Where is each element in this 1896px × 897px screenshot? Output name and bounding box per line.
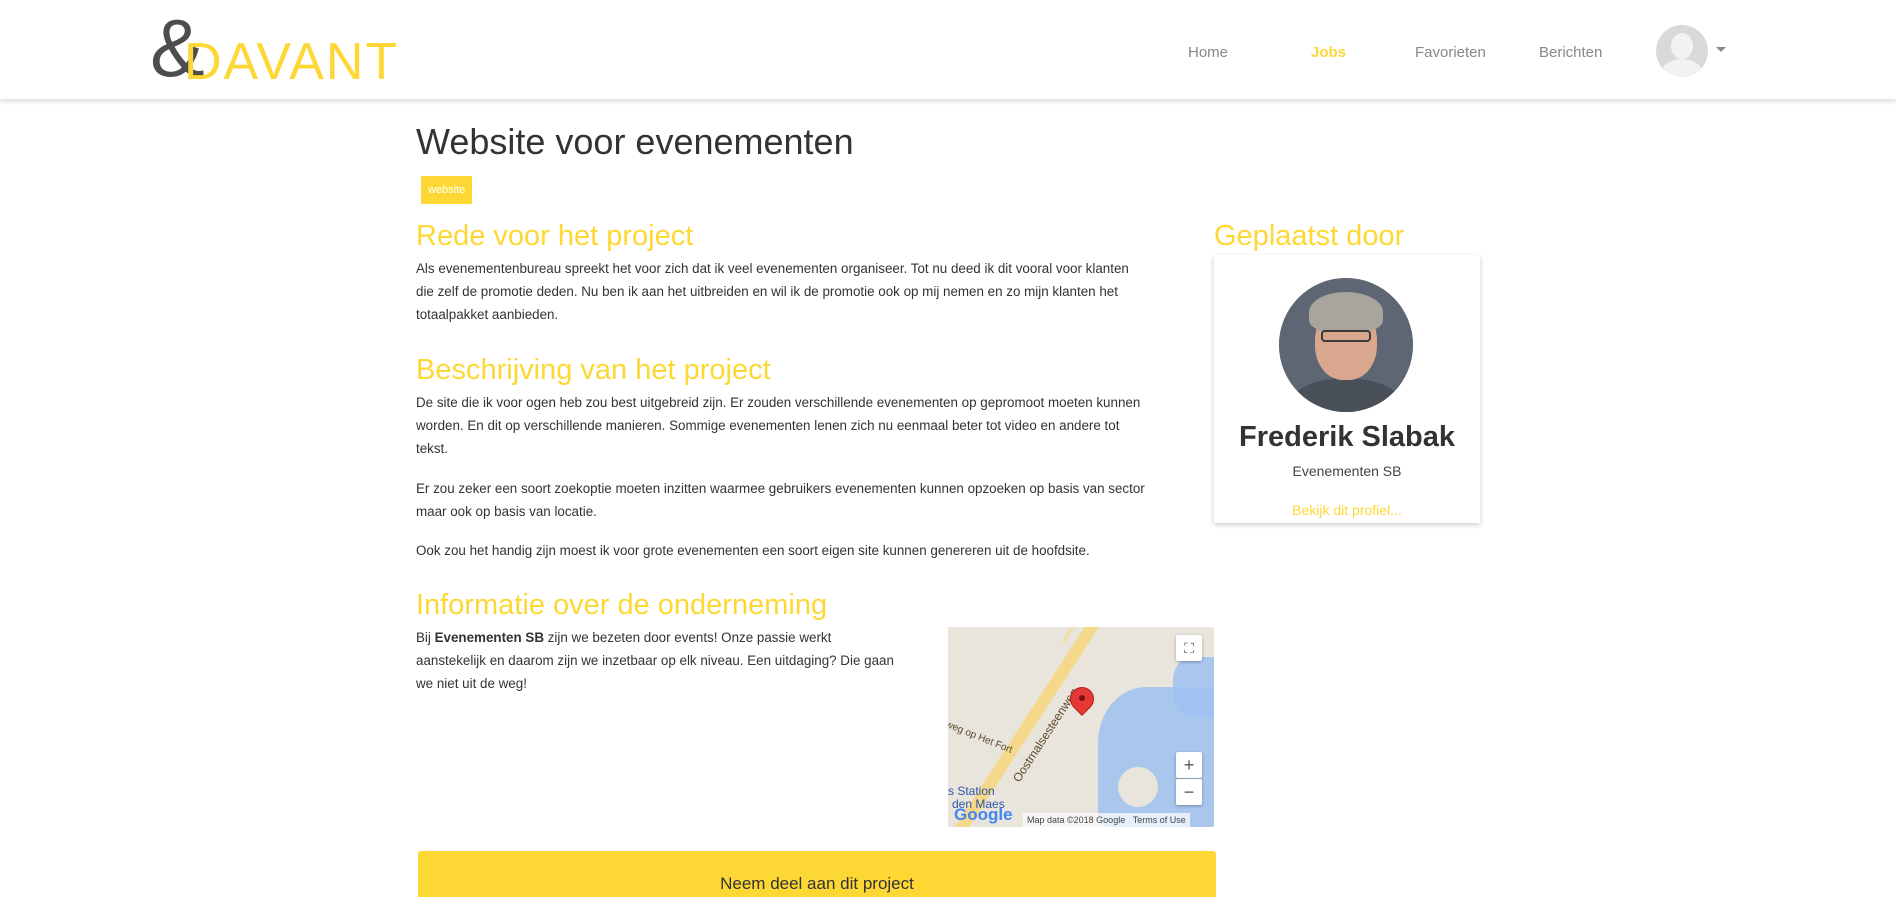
poster-photo xyxy=(1279,278,1413,412)
nav-jobs[interactable]: Jobs xyxy=(1311,44,1346,61)
chevron-down-icon xyxy=(1716,47,1726,52)
zoom-in-button[interactable]: + xyxy=(1176,752,1202,778)
description-paragraph-1: De site die ik voor ogen heb zou best ui… xyxy=(416,395,1141,456)
logo-text: DAVANT xyxy=(184,33,400,91)
fullscreen-icon[interactable]: ⛶ xyxy=(1176,635,1202,661)
section-heading-reason: Rede voor het project xyxy=(416,220,694,252)
tag-badge: website xyxy=(421,176,473,204)
poster-card: Frederik Slabak Evenementen SB Bekijk di… xyxy=(1214,255,1480,523)
nav-home[interactable]: Home xyxy=(1188,44,1228,61)
description-paragraph-3: Ook zou het handig zijn moest ik voor gr… xyxy=(416,543,1090,558)
join-project-button[interactable]: Neem deel aan dit project xyxy=(418,851,1216,897)
map-station-label: s Station xyxy=(948,784,995,798)
map-terms-link[interactable]: Terms of Use xyxy=(1133,815,1186,825)
poster-name: Frederik Slabak xyxy=(1239,421,1455,453)
map-road-label-2: weg op Het Fort xyxy=(948,719,1014,756)
top-navbar: & DAVANT Home Jobs Favorieten Berichten xyxy=(0,0,1896,100)
zoom-out-button[interactable]: − xyxy=(1176,779,1202,805)
avatar xyxy=(1656,25,1708,77)
user-menu[interactable] xyxy=(1656,25,1730,77)
section-heading-company: Informatie over de onderneming xyxy=(416,589,828,621)
nav-favorieten[interactable]: Favorieten xyxy=(1415,44,1486,61)
section-heading-poster: Geplaatst door xyxy=(1214,220,1405,252)
reason-text: Als evenementenbureau spreekt het voor z… xyxy=(416,261,1129,322)
logo[interactable]: & DAVANT xyxy=(150,8,397,90)
map-attribution: Map data ©2018 Google Terms of Use xyxy=(1023,813,1190,827)
nav-berichten[interactable]: Berichten xyxy=(1539,44,1602,61)
company-name: Evenementen SB xyxy=(434,630,545,645)
location-map[interactable]: Oostmalsesteenweg weg op Het Fort s Stat… xyxy=(948,627,1214,827)
page-title: Website voor evenementen xyxy=(416,121,854,162)
view-profile-link[interactable]: Bekijk dit profiel... xyxy=(1214,502,1480,518)
google-logo: Google xyxy=(954,805,1013,824)
section-heading-description: Beschrijving van het project xyxy=(416,354,771,386)
description-paragraph-2: Er zou zeker een soort zoekoptie moeten … xyxy=(416,481,1145,519)
company-text: Bij Evenementen SB zijn we bezeten door … xyxy=(416,630,894,691)
poster-company: Evenementen SB xyxy=(1292,463,1402,479)
